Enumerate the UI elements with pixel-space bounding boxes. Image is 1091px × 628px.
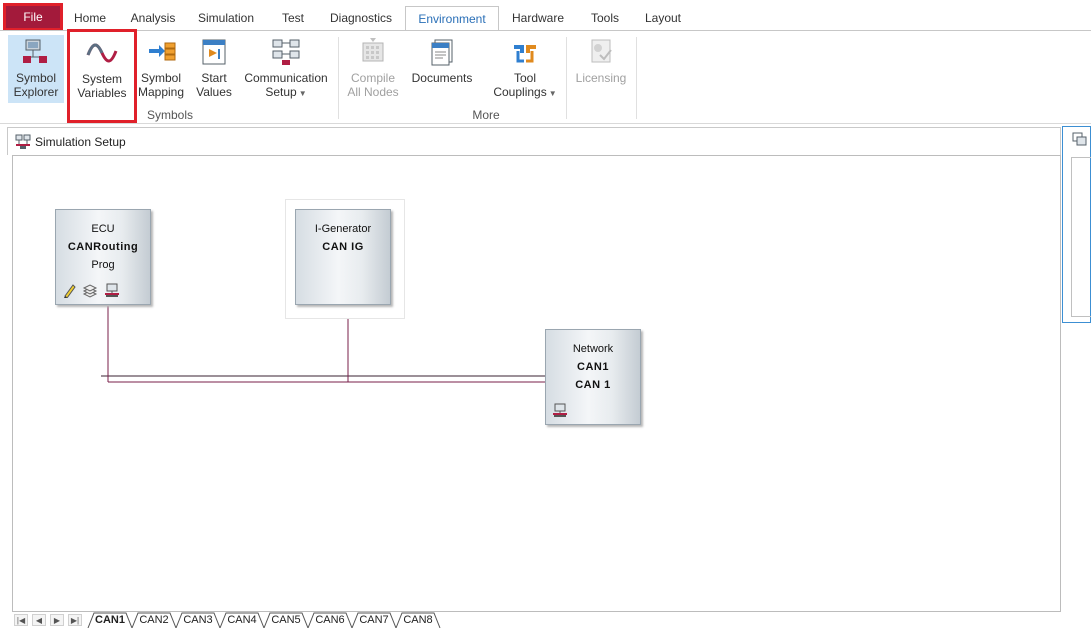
- first-sheet-button[interactable]: |◀: [14, 614, 28, 626]
- system-variables-label-2: Variables: [77, 86, 127, 100]
- ecu-program: Prog: [91, 259, 115, 271]
- group-separator: [566, 37, 567, 119]
- start-values-label-1: Start: [201, 71, 227, 85]
- symbol-explorer-icon: [23, 39, 47, 63]
- communication-setup-button[interactable]: Communication Setup ▼: [242, 35, 330, 103]
- node-network-icon[interactable]: [552, 402, 568, 418]
- ecu-icons: [62, 282, 123, 300]
- tab-analysis[interactable]: Analysis: [126, 6, 180, 30]
- side-panel-content: [1071, 157, 1091, 317]
- communication-setup-label-2: Setup: [265, 85, 297, 99]
- symbol-mapping-label-2: Mapping: [137, 85, 185, 99]
- sheet-tab-can2[interactable]: CAN2: [136, 612, 172, 628]
- sheet-tab-can3[interactable]: CAN3: [180, 612, 216, 628]
- network-nodes-icon: [272, 39, 300, 65]
- network-block[interactable]: Network CAN1 CAN 1: [545, 329, 641, 425]
- communication-setup-label-1: Communication: [244, 71, 328, 85]
- ecu-block[interactable]: ECU CANRouting Prog: [55, 209, 151, 305]
- ribbon-tab-bar: File Home Analysis Simulation Test Diagn…: [0, 0, 1091, 31]
- tab-environment[interactable]: Environment: [405, 6, 499, 31]
- group-separator: [636, 37, 637, 119]
- tab-home[interactable]: Home: [68, 6, 112, 30]
- tool-couplings-label-2: Couplings: [493, 85, 547, 99]
- network-name: CAN1: [577, 361, 609, 373]
- licensing-label: Licensing: [575, 71, 627, 85]
- group-label-more: More: [472, 108, 500, 122]
- symbol-explorer-label-2: Explorer: [13, 85, 59, 99]
- network-type: Network: [572, 343, 614, 355]
- sheet-tab-can4[interactable]: CAN4: [224, 612, 260, 628]
- sheet-tab-can7[interactable]: CAN7: [356, 612, 392, 628]
- bus-wiring: [101, 306, 545, 383]
- mapping-arrow-icon: [149, 42, 176, 61]
- sheet-tab-can5[interactable]: CAN5: [268, 612, 304, 628]
- node-network-icon[interactable]: [104, 282, 120, 298]
- tab-test[interactable]: Test: [274, 6, 312, 30]
- document-icon: [431, 39, 453, 66]
- ecu-name: CANRouting: [67, 241, 139, 253]
- simulation-setup-title-bar: Simulation Setup: [7, 127, 1061, 155]
- sheet-tab-can8[interactable]: CAN8: [400, 612, 436, 628]
- system-variables-label-1: System: [81, 72, 122, 86]
- last-sheet-button[interactable]: ▶|: [68, 614, 82, 626]
- symbol-explorer-button[interactable]: Symbol Explorer: [8, 35, 64, 103]
- sheet-tab-can1[interactable]: CAN1: [92, 612, 128, 628]
- start-values-label-2: Values: [196, 85, 232, 99]
- pencil-icon[interactable]: [62, 282, 76, 298]
- tab-diagnostics[interactable]: Diagnostics: [326, 6, 396, 30]
- coupling-icon: [514, 45, 536, 63]
- documents-button[interactable]: Documents: [406, 35, 478, 103]
- compile-all-nodes-button[interactable]: Compile All Nodes: [344, 35, 402, 103]
- window-title: Simulation Setup: [35, 135, 126, 149]
- compile-label-2: All Nodes: [347, 85, 399, 99]
- side-panel[interactable]: [1062, 126, 1091, 323]
- tool-couplings-button[interactable]: Tool Couplings ▼: [488, 35, 562, 103]
- simulation-setup-canvas[interactable]: ECU CANRouting Prog I-Generator CAN IG N…: [12, 155, 1061, 612]
- dropdown-arrow-icon: ▼: [298, 89, 307, 98]
- compile-icon: [362, 38, 384, 62]
- tab-layout[interactable]: Layout: [638, 6, 688, 30]
- window-icon: [1072, 132, 1087, 146]
- symbol-explorer-label-1: Symbol: [15, 71, 56, 85]
- tab-hardware[interactable]: Hardware: [506, 6, 570, 30]
- tab-tools[interactable]: Tools: [584, 6, 626, 30]
- sheet-tab-bar: |◀ ◀ ▶ ▶| CAN1 CAN2 CAN3 CAN4 CAN5 CAN6 …: [12, 612, 1091, 628]
- documents-label: Documents: [411, 71, 473, 85]
- start-values-icon: [202, 39, 226, 65]
- ribbon-panel: Symbol Explorer System Variables Symbol …: [0, 29, 1091, 124]
- prev-sheet-button[interactable]: ◀: [32, 614, 46, 626]
- tab-file[interactable]: File: [3, 3, 63, 31]
- stack-icon[interactable]: [82, 282, 98, 298]
- start-values-button[interactable]: Start Values: [190, 35, 238, 103]
- dropdown-arrow-icon: ▼: [548, 89, 557, 98]
- igen-block[interactable]: I-Generator CAN IG: [295, 209, 391, 305]
- symbol-mapping-label-1: Symbol: [140, 71, 181, 85]
- symbol-mapping-button[interactable]: Symbol Mapping: [136, 35, 186, 103]
- tool-couplings-label-1: Tool: [513, 71, 536, 85]
- network-icons: [552, 402, 571, 420]
- sheet-tab-can6[interactable]: CAN6: [312, 612, 348, 628]
- licensing-button[interactable]: Licensing: [572, 35, 630, 103]
- group-separator: [338, 37, 339, 119]
- network-channel: CAN 1: [575, 379, 611, 391]
- tool-couplings-label-2-wrap: Couplings ▼: [488, 85, 562, 101]
- igen-type: I-Generator: [314, 223, 372, 235]
- license-icon: [591, 39, 612, 63]
- igen-name: CAN IG: [322, 241, 364, 253]
- tab-simulation[interactable]: Simulation: [194, 6, 258, 30]
- sine-wave-icon: [86, 43, 118, 63]
- compile-label-1: Compile: [350, 71, 395, 85]
- communication-setup-label-2-wrap: Setup ▼: [242, 85, 330, 101]
- ecu-type: ECU: [91, 223, 115, 235]
- next-sheet-button[interactable]: ▶: [50, 614, 64, 626]
- simulation-setup-icon: [15, 134, 31, 149]
- group-label-symbols: Symbols: [146, 108, 193, 122]
